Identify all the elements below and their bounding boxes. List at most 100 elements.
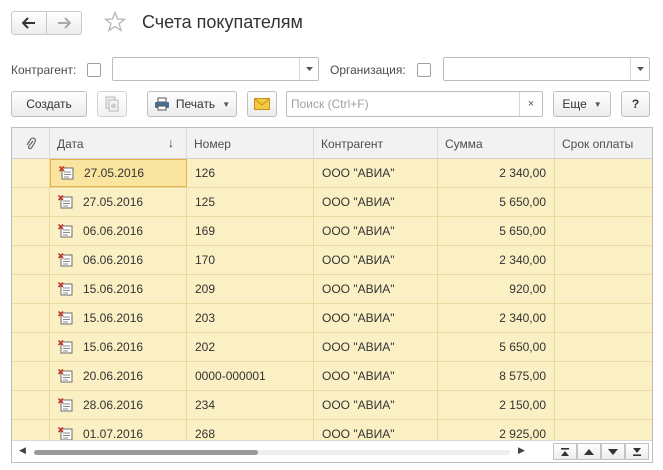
forward-button[interactable] [46,11,82,35]
cell-amount[interactable]: 8 575,00 [438,362,555,390]
go-to-first-button[interactable] [553,443,577,460]
cell-number[interactable]: 202 [187,333,314,361]
cell-number[interactable]: 170 [187,246,314,274]
cell-due-date[interactable] [555,391,652,419]
copy-button[interactable] [97,91,127,117]
more-button[interactable]: Еще ▼ [553,91,611,117]
cell-counterparty[interactable]: ООО "АВИА" [314,304,438,332]
invoices-table[interactable]: Дата ↓ Номер Контрагент Сумма Срок оплат… [11,127,653,463]
table-row[interactable]: 27.05.2016 126 ООО "АВИА" 2 340,00 [12,159,652,188]
clear-search-button[interactable]: × [519,92,542,116]
counterparty-filter-checkbox[interactable] [87,63,101,77]
organization-filter-checkbox[interactable] [417,63,431,77]
cell-date[interactable]: 15.06.2016 [50,333,187,361]
table-row[interactable]: 28.06.2016 234 ООО "АВИА" 2 150,00 [12,391,652,420]
cell-number[interactable]: 169 [187,217,314,245]
cell-amount[interactable]: 920,00 [438,275,555,303]
scroll-left-icon[interactable]: ◀ [19,445,26,456]
table-row[interactable]: 15.06.2016 202 ООО "АВИА" 5 650,00 [12,333,652,362]
cell-counterparty[interactable]: ООО "АВИА" [314,420,438,440]
horizontal-scrollbar[interactable]: ◀ ▶ [12,440,652,462]
table-row[interactable]: 01.07.2016 268 ООО "АВИА" 2 925,00 [12,420,652,440]
cell-due-date[interactable] [555,217,652,245]
send-email-button[interactable] [247,91,277,117]
cell-number-text: 170 [195,253,216,267]
create-button[interactable]: Создать [11,91,87,117]
help-button[interactable]: ? [621,91,650,117]
cell-counterparty[interactable]: ООО "АВИА" [314,275,438,303]
cell-amount[interactable]: 5 650,00 [438,333,555,361]
cell-number[interactable]: 234 [187,391,314,419]
cell-due-date[interactable] [555,420,652,440]
counterparty-dropdown-button[interactable] [299,58,318,80]
cell-amount[interactable]: 2 925,00 [438,420,555,440]
cell-date[interactable]: 28.06.2016 [50,391,187,419]
attachment-column-header[interactable] [12,128,50,159]
cell-amount[interactable]: 2 340,00 [438,304,555,332]
cell-counterparty[interactable]: ООО "АВИА" [314,362,438,390]
cell-counterparty-text: ООО "АВИА" [322,253,395,267]
table-row[interactable]: 20.06.2016 0000-000001 ООО "АВИА" 8 575,00 [12,362,652,391]
cell-due-date[interactable] [555,333,652,361]
table-row[interactable]: 06.06.2016 169 ООО "АВИА" 5 650,00 [12,217,652,246]
search-field[interactable]: × [286,91,543,117]
cell-due-date[interactable] [555,188,652,216]
counterparty-filter-field[interactable] [112,57,319,81]
cell-counterparty[interactable]: ООО "АВИА" [314,217,438,245]
cell-due-date[interactable] [555,275,652,303]
cell-number[interactable]: 203 [187,304,314,332]
search-input[interactable] [287,92,519,116]
cell-date[interactable]: 06.06.2016 [50,246,187,274]
cell-date[interactable]: 15.06.2016 [50,275,187,303]
cell-amount[interactable]: 2 150,00 [438,391,555,419]
cell-counterparty[interactable]: ООО "АВИА" [314,391,438,419]
cell-date[interactable]: 01.07.2016 [50,420,187,440]
cell-amount-text: 2 340,00 [499,311,546,325]
go-to-previous-button[interactable] [577,443,601,460]
cell-date[interactable]: 15.06.2016 [50,304,187,332]
cell-number[interactable]: 0000-000001 [187,362,314,390]
cell-date[interactable]: 27.05.2016 [50,188,187,216]
cell-due-date[interactable] [555,362,652,390]
cell-number[interactable]: 125 [187,188,314,216]
column-header-counterparty[interactable]: Контрагент [314,128,438,159]
table-row[interactable]: 15.06.2016 209 ООО "АВИА" 920,00 [12,275,652,304]
cell-counterparty[interactable]: ООО "АВИА" [314,188,438,216]
cell-amount[interactable]: 5 650,00 [438,217,555,245]
cell-amount[interactable]: 2 340,00 [438,159,555,187]
cell-number[interactable]: 268 [187,420,314,440]
cell-number[interactable]: 209 [187,275,314,303]
copy-document-icon [105,96,119,112]
cell-date[interactable]: 06.06.2016 [50,217,187,245]
organization-dropdown-button[interactable] [630,58,649,80]
cell-date[interactable]: 27.05.2016 [50,159,187,187]
go-to-last-button[interactable] [625,443,649,460]
scrollbar-track[interactable] [34,450,510,455]
print-button[interactable]: Печать ▼ [147,91,237,117]
organization-filter-field[interactable] [443,57,650,81]
table-row[interactable]: 27.05.2016 125 ООО "АВИА" 5 650,00 [12,188,652,217]
arrow-right-icon [58,17,71,29]
column-header-date[interactable]: Дата ↓ [50,128,187,159]
back-button[interactable] [11,11,47,35]
cell-date[interactable]: 20.06.2016 [50,362,187,390]
go-to-next-button[interactable] [601,443,625,460]
cell-due-date[interactable] [555,304,652,332]
table-row[interactable]: 06.06.2016 170 ООО "АВИА" 2 340,00 [12,246,652,275]
cell-counterparty[interactable]: ООО "АВИА" [314,333,438,361]
cell-counterparty[interactable]: ООО "АВИА" [314,159,438,187]
cell-number[interactable]: 126 [187,159,314,187]
scrollbar-thumb[interactable] [34,450,258,455]
cell-amount-text: 2 340,00 [499,166,546,180]
scroll-right-icon[interactable]: ▶ [518,445,525,456]
column-header-amount[interactable]: Сумма [438,128,555,159]
column-header-number[interactable]: Номер [187,128,314,159]
column-header-due-date[interactable]: Срок оплаты [555,128,652,159]
star-outline-icon[interactable] [103,10,127,34]
cell-due-date[interactable] [555,159,652,187]
table-row[interactable]: 15.06.2016 203 ООО "АВИА" 2 340,00 [12,304,652,333]
cell-counterparty[interactable]: ООО "АВИА" [314,246,438,274]
cell-due-date[interactable] [555,246,652,274]
cell-amount[interactable]: 2 340,00 [438,246,555,274]
cell-amount[interactable]: 5 650,00 [438,188,555,216]
